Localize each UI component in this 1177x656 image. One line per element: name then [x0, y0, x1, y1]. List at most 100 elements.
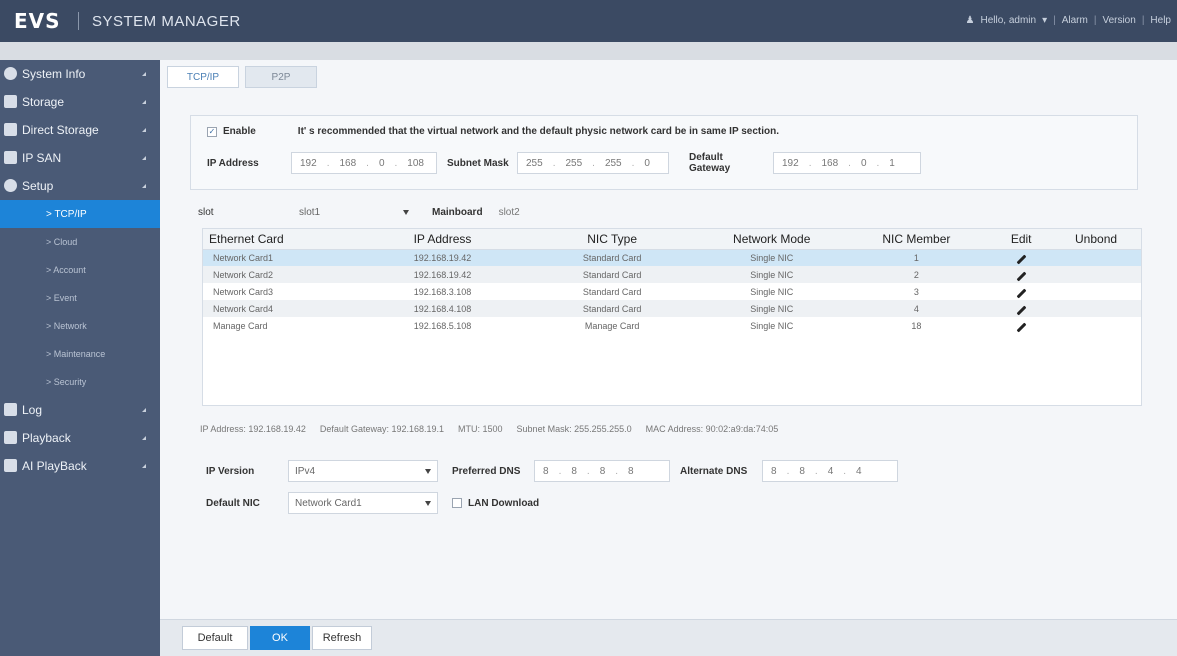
- ai-playback-icon: [4, 459, 17, 472]
- cell: Manage Card: [213, 320, 268, 331]
- mainboard-label: Mainboard: [432, 206, 483, 218]
- sidebar-item-ai-playback[interactable]: AI PlayBack: [0, 452, 160, 480]
- ip-san-icon: [4, 151, 17, 164]
- virtual-ip-row: IP Address 192. 168. 0. 108 Subnet Mask …: [207, 152, 921, 174]
- table-row[interactable]: Network Card4 192.168.4.108 Standard Car…: [203, 300, 1141, 317]
- ip-octet: 8: [799, 465, 805, 477]
- expand-arrow-icon: [142, 184, 146, 188]
- sidebar-subitem-maintenance[interactable]: > Maintenance: [0, 340, 160, 368]
- col-header: Unbond: [1051, 229, 1141, 250]
- sidebar-item-ip-san[interactable]: IP SAN: [0, 144, 160, 172]
- ip-octet: 108: [407, 157, 424, 169]
- cell: Standard Card: [582, 286, 642, 297]
- col-header: IP Address: [362, 229, 523, 250]
- ip-octet: 8: [628, 465, 634, 477]
- version-link[interactable]: Version: [1102, 15, 1135, 26]
- ip-octet: 192: [782, 157, 799, 169]
- subnet-mask-field[interactable]: 255. 255. 255. 0: [517, 152, 669, 174]
- brand-logo: EVS: [14, 9, 61, 33]
- slot-select[interactable]: slot1: [292, 201, 416, 223]
- expand-arrow-icon: [142, 156, 146, 160]
- edit-pencil-icon[interactable]: [1016, 271, 1027, 281]
- table-row[interactable]: Network Card2 192.168.19.42 Standard Car…: [203, 266, 1141, 283]
- edit-pencil-icon[interactable]: [1016, 254, 1027, 265]
- default-nic-value: Network Card1: [295, 497, 362, 509]
- divider: |: [1093, 15, 1097, 26]
- app-title: SYSTEM MANAGER: [92, 13, 241, 30]
- sidebar-item-system-info[interactable]: System Info: [0, 60, 160, 88]
- info-mac: MAC Address: 90:02:a9:da:74:05: [645, 424, 779, 434]
- ip-octet: 8: [599, 465, 606, 477]
- sidebar-subitem-account[interactable]: > Account: [0, 256, 160, 284]
- default-nic-select[interactable]: Network Card1: [288, 492, 438, 514]
- sidebar-subitem-event[interactable]: > Event: [0, 284, 160, 312]
- sidebar-subitem-network[interactable]: > Network: [0, 312, 160, 340]
- user-menu[interactable]: Hello, admin: [980, 15, 1036, 26]
- nic-info-line: IP Address: 192.168.19.42 Default Gatewa…: [200, 424, 778, 434]
- nic-table-grid: Ethernet Card IP Address NIC Type Networ…: [203, 229, 1141, 334]
- col-header: Edit: [991, 229, 1052, 250]
- edit-pencil-icon[interactable]: [1016, 305, 1027, 315]
- expand-arrow-icon: [142, 128, 146, 132]
- sidebar-subitem-security[interactable]: > Security: [0, 368, 160, 396]
- enable-label: Enable: [223, 126, 256, 137]
- cell: 1: [841, 249, 992, 266]
- table-row[interactable]: Manage Card 192.168.5.108 Manage Card Si…: [203, 317, 1141, 334]
- cell: 192.168.19.42: [362, 266, 523, 283]
- table-header-row: Ethernet Card IP Address NIC Type Networ…: [203, 229, 1141, 250]
- edit-cell: [991, 249, 1052, 266]
- col-header: NIC Type: [522, 229, 702, 250]
- enable-checkbox[interactable]: ✓: [207, 126, 217, 137]
- sidebar: System Info Storage Direct Storage IP SA…: [0, 60, 160, 656]
- default-nic-row: Default NIC Network Card1 LAN Download: [206, 492, 539, 514]
- main-panel: TCP/IP P2P ✓ Enable It' s recommended th…: [160, 60, 1177, 656]
- ip-octet: 0: [860, 157, 867, 169]
- help-link[interactable]: Help: [1150, 15, 1171, 26]
- edit-pencil-icon[interactable]: [1016, 322, 1027, 332]
- tab-p2p[interactable]: P2P: [245, 66, 317, 88]
- ip-octet: 4: [827, 465, 834, 477]
- unbond-cell: [1051, 266, 1141, 283]
- edit-cell: [991, 317, 1051, 334]
- cell: Single NIC: [701, 266, 842, 283]
- storage-icon: [4, 95, 17, 108]
- lan-download-checkbox[interactable]: [452, 498, 462, 508]
- sidebar-item-playback[interactable]: Playback: [0, 424, 160, 452]
- ok-button[interactable]: OK: [250, 626, 310, 650]
- edit-pencil-icon[interactable]: [1016, 288, 1027, 298]
- cell: 4: [841, 300, 992, 317]
- table-row[interactable]: Network Card1 192.168.19.42 Standard Car…: [203, 249, 1141, 266]
- sidebar-item-setup[interactable]: Setup: [0, 172, 160, 200]
- expand-arrow-icon: [142, 408, 146, 412]
- cell: Single NIC: [701, 249, 842, 266]
- ip-octet: 168: [821, 157, 839, 169]
- default-gateway-field[interactable]: 192. 168. 0. 1: [773, 152, 921, 174]
- ip-address-field[interactable]: 192. 168. 0. 108: [291, 152, 437, 174]
- chevron-down-icon[interactable]: ▾: [1042, 15, 1047, 26]
- sidebar-subitem-tcpip[interactable]: > TCP/IP: [0, 200, 160, 228]
- sidebar-item-label: Playback: [22, 431, 71, 445]
- preferred-dns-field[interactable]: 8. 8. 8. 8: [534, 460, 670, 482]
- ip-address-label: IP Address: [207, 157, 259, 169]
- sidebar-item-label: Log: [22, 403, 43, 417]
- refresh-button[interactable]: Refresh: [312, 626, 372, 650]
- sidebar-item-storage[interactable]: Storage: [0, 88, 160, 116]
- log-icon: [4, 403, 17, 416]
- alternate-dns-field[interactable]: 8. 8. 4. 4: [762, 460, 898, 482]
- default-button[interactable]: Default: [182, 626, 248, 650]
- table-row[interactable]: Network Card3 192.168.3.108 Standard Car…: [203, 283, 1141, 300]
- ip-version-select[interactable]: IPv4: [288, 460, 438, 482]
- cell: Single NIC: [701, 300, 842, 317]
- ip-octet: 0: [378, 157, 385, 169]
- dns-row: IP Version IPv4 Preferred DNS 8. 8. 8. 8…: [206, 460, 898, 482]
- cell: 18: [911, 320, 922, 331]
- sidebar-item-log[interactable]: Log: [0, 396, 160, 424]
- ip-octet: 4: [856, 465, 862, 477]
- ip-octet: 192: [300, 157, 317, 169]
- alarm-link[interactable]: Alarm: [1062, 15, 1088, 26]
- sidebar-item-direct-storage[interactable]: Direct Storage: [0, 116, 160, 144]
- sidebar-subitem-cloud[interactable]: > Cloud: [0, 228, 160, 256]
- button-bar: Default OK Refresh: [160, 619, 1177, 656]
- tab-tcpip[interactable]: TCP/IP: [167, 66, 239, 88]
- playback-icon: [4, 431, 17, 444]
